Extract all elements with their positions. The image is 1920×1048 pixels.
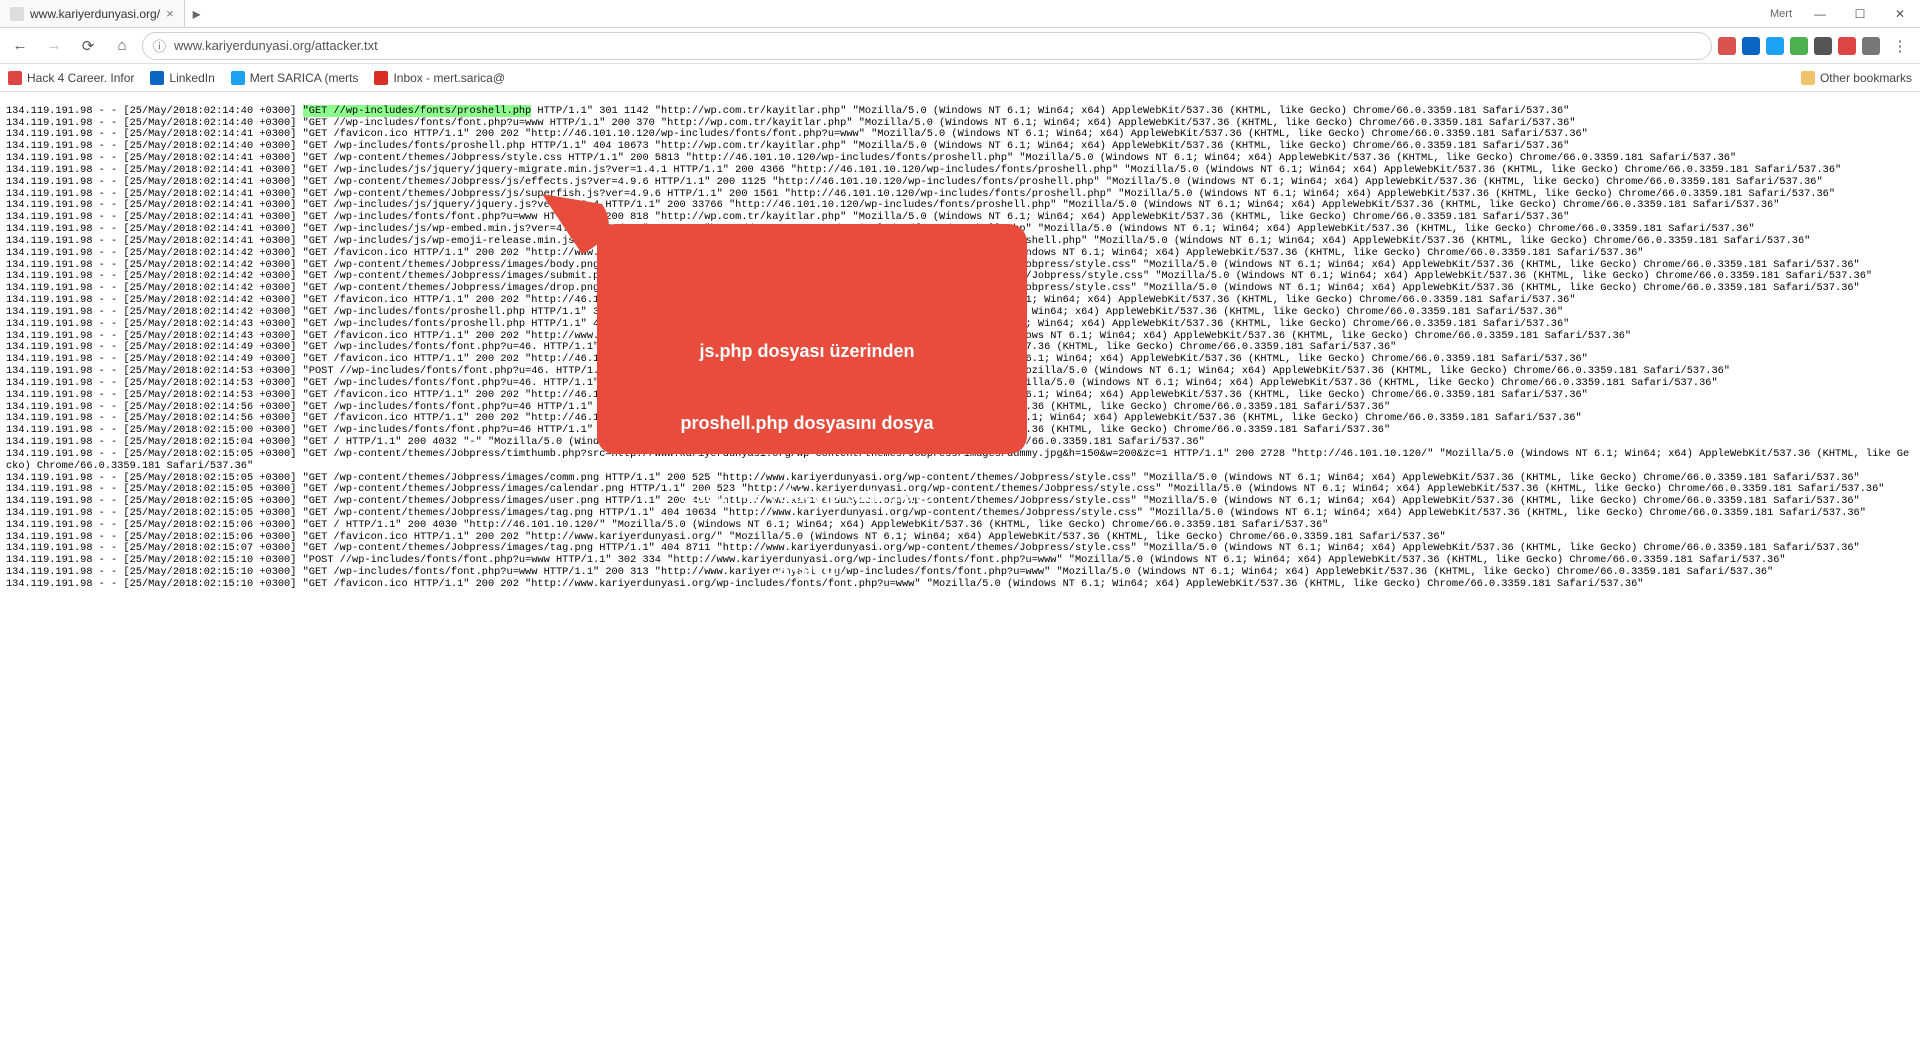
bookmark-item[interactable]: Inbox - mert.sarica@ bbox=[374, 71, 505, 85]
browser-tab[interactable]: www.kariyerdunyasi.org/ × bbox=[0, 0, 185, 27]
profile-indicator[interactable]: Mert bbox=[1770, 8, 1800, 20]
back-button[interactable]: ← bbox=[6, 32, 34, 60]
folder-icon bbox=[1801, 71, 1815, 85]
gmail-icon bbox=[374, 71, 388, 85]
maximize-button[interactable]: ☐ bbox=[1840, 0, 1880, 27]
url-text: www.kariyerdunyasi.org/attacker.txt bbox=[174, 38, 378, 53]
extension-icon[interactable] bbox=[1838, 37, 1856, 55]
close-window-button[interactable]: ✕ bbox=[1880, 0, 1920, 27]
other-bookmarks-button[interactable]: Other bookmarks bbox=[1801, 71, 1912, 85]
bookmarks-bar: Hack 4 Career. Infor LinkedIn Mert SARIC… bbox=[0, 64, 1920, 92]
menu-button[interactable]: ⋮ bbox=[1886, 32, 1914, 60]
bookmark-item[interactable]: Mert SARICA (merts bbox=[231, 71, 359, 85]
tab-title: www.kariyerdunyasi.org/ bbox=[30, 7, 160, 21]
home-button[interactable]: ⌂ bbox=[108, 32, 136, 60]
reload-button[interactable]: ⟳ bbox=[74, 32, 102, 60]
bookmark-label: Inbox - mert.sarica@ bbox=[393, 71, 505, 85]
extension-icons bbox=[1718, 37, 1880, 55]
extension-icon[interactable] bbox=[1790, 37, 1808, 55]
extension-icon[interactable] bbox=[1718, 37, 1736, 55]
bookmark-item[interactable]: LinkedIn bbox=[150, 71, 214, 85]
close-tab-icon[interactable]: × bbox=[166, 6, 174, 21]
bookmark-favicon bbox=[8, 71, 22, 85]
extension-icon[interactable] bbox=[1814, 37, 1832, 55]
bookmark-item[interactable]: Hack 4 Career. Infor bbox=[8, 71, 134, 85]
new-tab-button[interactable]: ▸ bbox=[185, 0, 209, 27]
site-info-icon[interactable]: ⓘ bbox=[153, 36, 166, 55]
linkedin-icon bbox=[150, 71, 164, 85]
window-controls: — ☐ ✕ bbox=[1800, 0, 1920, 27]
extension-icon[interactable] bbox=[1766, 37, 1784, 55]
bookmark-label: Mert SARICA (merts bbox=[250, 71, 359, 85]
page-content[interactable]: 134.119.191.98 - - [25/May/2018:02:14:40… bbox=[0, 92, 1920, 1048]
minimize-button[interactable]: — bbox=[1800, 0, 1840, 27]
browser-toolbar: ← → ⟳ ⌂ ⓘ www.kariyerdunyasi.org/attacke… bbox=[0, 28, 1920, 64]
log-text: 134.119.191.98 - - [25/May/2018:02:14:40… bbox=[6, 106, 1914, 591]
browser-titlebar: www.kariyerdunyasi.org/ × ▸ Mert — ☐ ✕ bbox=[0, 0, 1920, 28]
extension-icon[interactable] bbox=[1742, 37, 1760, 55]
extension-icon[interactable] bbox=[1862, 37, 1880, 55]
other-bookmarks-label: Other bookmarks bbox=[1820, 71, 1912, 85]
bookmark-label: Hack 4 Career. Infor bbox=[27, 71, 134, 85]
page-favicon bbox=[10, 7, 24, 21]
twitter-icon bbox=[231, 71, 245, 85]
address-bar[interactable]: ⓘ www.kariyerdunyasi.org/attacker.txt bbox=[142, 32, 1712, 60]
bookmark-label: LinkedIn bbox=[169, 71, 214, 85]
forward-button[interactable]: → bbox=[40, 32, 68, 60]
